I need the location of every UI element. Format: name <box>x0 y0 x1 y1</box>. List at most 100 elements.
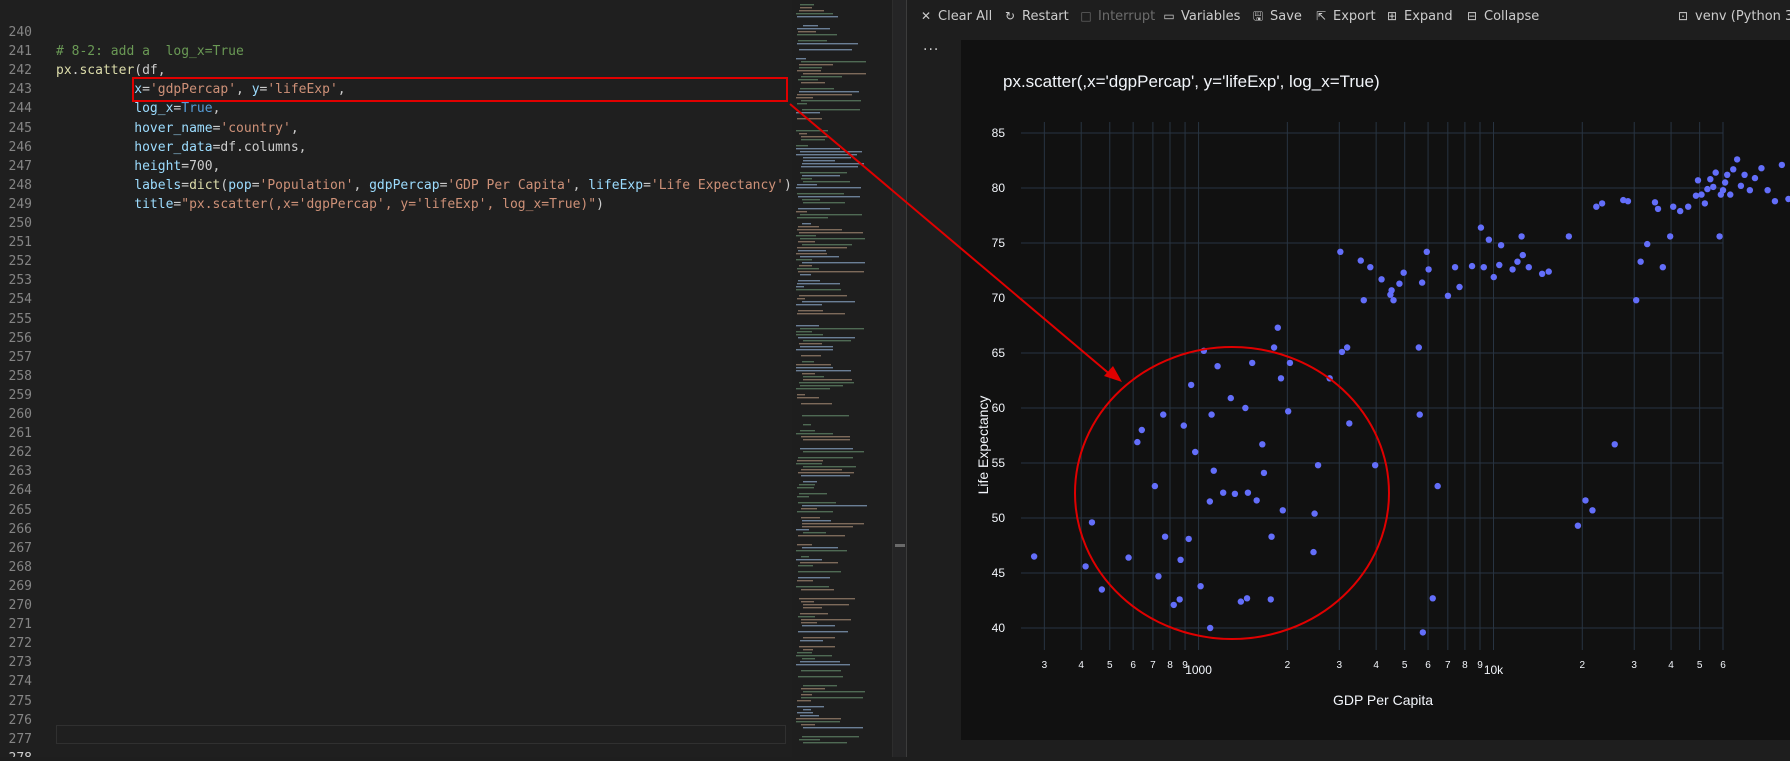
restart-button[interactable]: ↻ Restart <box>1003 0 1069 32</box>
data-point[interactable] <box>1710 183 1717 191</box>
save-button[interactable]: 🖫 Save <box>1251 0 1302 32</box>
data-point[interactable] <box>1134 438 1141 446</box>
data-point[interactable] <box>1314 462 1322 469</box>
data-point[interactable] <box>1651 199 1659 206</box>
data-point[interactable] <box>1497 242 1505 249</box>
data-point[interactable] <box>1378 276 1385 283</box>
data-point[interactable] <box>1545 268 1552 275</box>
scatter-chart[interactable]: 3 4 5 6 7 8 91000 2 3 4 5 6 7 8 9 10k 2 3 4 5 64045505560657… <box>961 40 1790 740</box>
editor-scrollbar-thumb[interactable] <box>895 544 905 547</box>
data-point[interactable] <box>1730 166 1737 173</box>
data-point[interactable] <box>1509 266 1516 273</box>
data-point[interactable] <box>1751 174 1759 182</box>
data-point[interactable] <box>1419 629 1427 636</box>
data-point[interactable] <box>1243 595 1251 602</box>
data-point[interactable] <box>1456 283 1463 291</box>
data-point[interactable] <box>1637 258 1644 265</box>
data-point[interactable] <box>1284 408 1292 415</box>
data-point[interactable] <box>1268 533 1275 540</box>
data-point[interactable] <box>1737 182 1745 189</box>
data-point[interactable] <box>1741 171 1748 178</box>
data-point[interactable] <box>1208 411 1215 418</box>
data-point[interactable] <box>1485 236 1493 243</box>
data-point[interactable] <box>1274 324 1281 331</box>
data-point[interactable] <box>1666 233 1674 240</box>
data-point[interactable] <box>1429 595 1436 602</box>
data-point[interactable] <box>1724 171 1731 178</box>
data-point[interactable] <box>1589 507 1596 514</box>
data-point[interactable] <box>1418 279 1426 286</box>
more-actions-button[interactable]: ... <box>923 38 939 54</box>
data-point[interactable] <box>1219 489 1227 496</box>
data-point[interactable] <box>1187 381 1195 389</box>
minimap[interactable] <box>792 0 904 757</box>
data-point[interactable] <box>1434 482 1441 490</box>
data-point[interactable] <box>1670 203 1677 210</box>
data-point[interactable] <box>1200 347 1208 354</box>
data-point[interactable] <box>1160 411 1167 418</box>
data-point[interactable] <box>1337 248 1344 255</box>
data-point[interactable] <box>1416 411 1423 418</box>
data-point[interactable] <box>1248 359 1256 367</box>
data-point[interactable] <box>1694 177 1702 184</box>
data-point[interactable] <box>1496 261 1503 269</box>
collapse-button[interactable]: ⊟ Collapse <box>1465 0 1539 32</box>
data-point[interactable] <box>1176 596 1183 603</box>
data-point[interactable] <box>1197 583 1204 590</box>
data-point[interactable] <box>1180 422 1187 429</box>
data-point[interactable] <box>1177 556 1184 563</box>
data-point[interactable] <box>1565 233 1573 240</box>
data-point[interactable] <box>1206 498 1214 505</box>
data-point[interactable] <box>1598 200 1606 207</box>
data-point[interactable] <box>1518 233 1525 240</box>
clear-all-button[interactable]: ✕ Clear All <box>919 0 992 32</box>
data-point[interactable] <box>1277 375 1285 382</box>
data-point[interactable] <box>1611 441 1618 448</box>
variables-button[interactable]: ▭ Variables <box>1162 0 1240 32</box>
data-point[interactable] <box>1082 563 1089 570</box>
data-point[interactable] <box>1525 264 1532 271</box>
interrupt-button[interactable]: □ Interrupt <box>1079 0 1155 32</box>
data-point[interactable] <box>1237 598 1245 605</box>
data-point[interactable] <box>1326 375 1333 382</box>
expand-button[interactable]: ⊞ Expand <box>1385 0 1453 32</box>
data-point[interactable] <box>1644 240 1651 248</box>
data-point[interactable] <box>1423 248 1430 255</box>
data-point[interactable] <box>1716 233 1723 240</box>
data-point[interactable] <box>1400 269 1407 276</box>
data-point[interactable] <box>1270 344 1278 351</box>
data-point[interactable] <box>1206 624 1214 632</box>
data-point[interactable] <box>1719 187 1727 194</box>
data-point[interactable] <box>1214 363 1221 370</box>
data-point[interactable] <box>1704 185 1711 193</box>
data-point[interactable] <box>1125 554 1132 561</box>
data-point[interactable] <box>1692 192 1700 199</box>
data-point[interactable] <box>1227 394 1234 402</box>
plotly-figure[interactable]: 3 4 5 6 7 8 9 1000 2 3 4 5 6 7 8 9 10k 2 3 4 5 6 40 45 50 55 60 65 7… <box>961 40 1790 740</box>
data-point[interactable] <box>1624 198 1632 205</box>
data-point[interactable] <box>1538 270 1546 277</box>
data-point[interactable] <box>1151 482 1159 490</box>
code-editor[interactable]: 240 241 # 8-2: add a log_x=True 242 px.scatt… <box>0 0 792 757</box>
data-point[interactable] <box>1707 176 1714 183</box>
data-point[interactable] <box>1279 507 1286 514</box>
data-point[interactable] <box>1343 344 1351 351</box>
data-point[interactable] <box>1676 207 1684 215</box>
data-point[interactable] <box>1244 489 1252 496</box>
data-point[interactable] <box>1286 359 1294 367</box>
data-point[interactable] <box>1415 344 1422 351</box>
data-point[interactable] <box>1357 257 1364 264</box>
data-point[interactable] <box>1311 510 1318 517</box>
data-point[interactable] <box>1477 224 1485 231</box>
data-point[interactable] <box>1088 519 1096 526</box>
data-point[interactable] <box>1480 264 1487 271</box>
data-point[interactable] <box>1267 596 1274 603</box>
data-point[interactable] <box>1388 287 1395 294</box>
data-point[interactable] <box>1771 198 1779 205</box>
data-point[interactable] <box>1468 262 1476 270</box>
data-point[interactable] <box>1138 426 1146 434</box>
data-point[interactable] <box>1785 195 1790 203</box>
data-point[interactable] <box>1155 573 1162 580</box>
data-point[interactable] <box>1654 205 1662 213</box>
data-point[interactable] <box>1360 297 1367 304</box>
